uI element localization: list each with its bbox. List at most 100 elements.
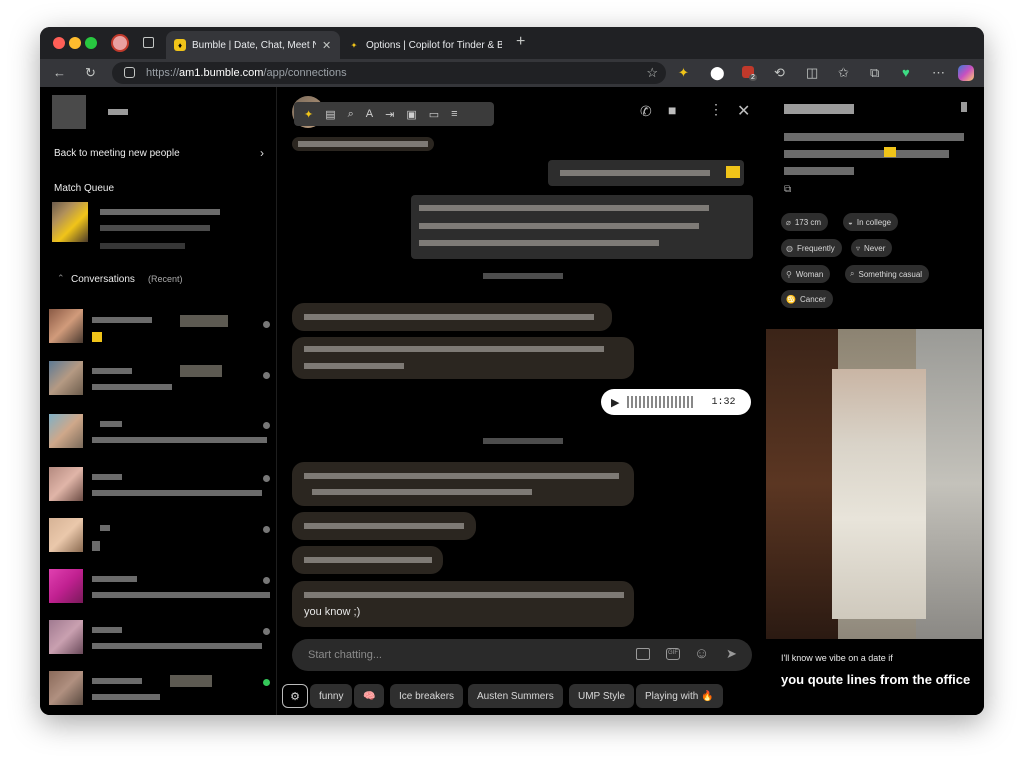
message-text-redacted xyxy=(419,205,709,211)
tab-bar: ♦ Bumble | Date, Chat, Meet New ✕ ✦ Opti… xyxy=(40,27,984,59)
conversation-name-redacted xyxy=(92,576,137,582)
match-queue-item[interactable] xyxy=(52,202,88,242)
chevron-up-icon[interactable]: ⌃ xyxy=(57,273,65,284)
voice-message[interactable]: ▶ 1:32 xyxy=(601,389,751,415)
conversations-filter[interactable]: (Recent) xyxy=(148,274,183,284)
conversation-preview-redacted xyxy=(92,384,172,390)
suggestion-chip[interactable]: Playing with 🔥 xyxy=(636,684,723,708)
tab-bumble[interactable]: ♦ Bumble | Date, Chat, Meet New ✕ xyxy=(166,31,340,59)
url-scheme: https:// xyxy=(146,67,180,79)
copy-icon[interactable]: ⧉ xyxy=(784,184,791,195)
maximize-window-button[interactable] xyxy=(85,37,97,49)
menu-icon[interactable]: ≡ xyxy=(451,108,457,120)
video-camera-icon[interactable]: ■ xyxy=(668,102,676,118)
url-field[interactable]: https://am1.bumble.com/app/connections ☆ xyxy=(112,62,666,84)
more-options-icon[interactable]: ⋮ xyxy=(709,101,723,118)
conversation-name-redacted xyxy=(170,675,212,687)
split-screen-icon[interactable]: ◫ xyxy=(806,65,818,81)
conversation-name-redacted xyxy=(92,317,152,323)
drink-icon: ▿ xyxy=(856,243,861,253)
suggestion-chip[interactable]: 🧠 xyxy=(354,684,385,708)
copilot-favicon-icon: ✦ xyxy=(348,39,360,51)
conversation-item[interactable] xyxy=(40,461,277,509)
message-text-redacted xyxy=(304,346,604,352)
conversation-item[interactable] xyxy=(40,563,277,611)
bookmark-star-icon[interactable]: ☆ xyxy=(646,65,658,81)
emoji-picker-icon[interactable]: ☺ xyxy=(694,645,709,662)
close-tab-icon[interactable]: ✕ xyxy=(322,39,331,52)
site-info-icon[interactable] xyxy=(124,67,135,78)
copilot-settings-button[interactable]: ⚙ xyxy=(282,684,308,708)
suggestion-chip[interactable]: Austen Summers xyxy=(468,684,563,708)
conversation-item[interactable] xyxy=(40,355,277,403)
message-them: you know ;) xyxy=(292,581,634,627)
rewrite-icon[interactable]: ⇥ xyxy=(385,108,394,121)
back-to-meeting-link[interactable]: Back to meeting new people xyxy=(54,148,180,159)
chevron-right-icon[interactable]: › xyxy=(260,146,264,160)
match-name-redacted xyxy=(100,209,220,215)
chat-panel: ✦ ▤ ⌕ A ⇥ ▣ ▭ ≡ ✆ ■ ⋮ ✕ ▶ 1:32 you know … xyxy=(278,87,763,715)
more-menu-icon[interactable]: ⋯ xyxy=(932,65,945,81)
conversation-name-redacted xyxy=(180,365,222,377)
extensions-puzzle-icon[interactable]: ⟲ xyxy=(774,65,785,81)
conversation-item[interactable] xyxy=(40,304,277,352)
tab-copilot-options[interactable]: ✦ Options | Copilot for Tinder & B xyxy=(340,31,510,59)
copilot-extension-icon[interactable]: ✦ xyxy=(678,65,689,81)
location-pin-icon[interactable]: ⬤ xyxy=(710,65,725,81)
status-dot xyxy=(263,321,270,328)
new-tab-button[interactable]: + xyxy=(516,33,525,51)
message-input[interactable]: Start chatting... GIF ☺ ➤ xyxy=(292,639,752,671)
search-icon[interactable]: ⌕ xyxy=(348,108,354,121)
profile-tag-label: In college xyxy=(856,217,892,227)
conversation-item[interactable] xyxy=(40,665,277,713)
avatar xyxy=(49,467,83,501)
favorites-icon[interactable]: ✩ xyxy=(838,65,849,81)
browser-essentials-icon[interactable]: ♥ xyxy=(902,65,910,80)
message-text-redacted xyxy=(304,592,624,598)
profile-icon[interactable] xyxy=(111,34,129,52)
status-dot xyxy=(263,628,270,635)
collections-icon[interactable]: ⧉ xyxy=(870,65,879,81)
back-arrow-icon[interactable]: ← xyxy=(53,65,66,80)
sidebar: Back to meeting new people › Match Queue… xyxy=(40,87,277,715)
conversation-item[interactable] xyxy=(40,408,277,456)
conversation-preview-redacted xyxy=(92,490,262,496)
match-queue-label: Match Queue xyxy=(54,183,115,194)
close-window-button[interactable] xyxy=(53,37,65,49)
profile-tag: ♋ Cancer xyxy=(781,290,833,308)
image-icon[interactable] xyxy=(636,648,650,660)
message-text-redacted xyxy=(419,223,699,229)
profile-tag: ⌀ 173 cm xyxy=(781,213,829,231)
phone-icon[interactable]: ✆ xyxy=(640,103,652,120)
copilot-icon[interactable] xyxy=(958,65,974,81)
conversation-preview-redacted xyxy=(92,541,100,551)
suggestion-chip[interactable]: funny xyxy=(310,684,353,708)
conversation-name-redacted xyxy=(100,525,110,531)
copilot-logo-icon[interactable]: ✦ xyxy=(304,108,313,121)
message-text-redacted xyxy=(304,557,432,563)
gif-icon[interactable]: GIF xyxy=(666,648,680,660)
message-icon[interactable]: ▭ xyxy=(429,108,439,121)
minimize-window-button[interactable] xyxy=(69,37,81,49)
user-name-redacted xyxy=(108,109,128,115)
profile-tag: ◒ In college xyxy=(843,213,899,231)
document-icon[interactable]: ▤ xyxy=(325,108,335,121)
user-avatar[interactable] xyxy=(52,95,86,129)
translate-icon[interactable]: A xyxy=(366,108,373,120)
address-bar-row: ← ↻ https://am1.bumble.com/app/connectio… xyxy=(40,59,984,87)
send-icon[interactable]: ➤ xyxy=(726,646,737,662)
tab-overview-icon[interactable] xyxy=(143,37,154,48)
close-chat-icon[interactable]: ✕ xyxy=(737,101,750,121)
conversation-preview-redacted xyxy=(92,437,267,443)
suggestion-chip[interactable]: Ice breakers xyxy=(390,684,464,708)
message-text-redacted xyxy=(304,314,594,320)
profile-photo[interactable] xyxy=(766,329,982,639)
suggestion-chip[interactable]: UMP Style xyxy=(569,684,635,708)
reload-icon[interactable]: ↻ xyxy=(85,65,96,81)
conversation-item[interactable] xyxy=(40,512,277,560)
summary-icon[interactable]: ▣ xyxy=(406,108,416,121)
play-icon[interactable]: ▶ xyxy=(611,396,619,409)
extension-badge-count: 2 xyxy=(749,74,757,81)
prompt-question: I'll know we vibe on a date if xyxy=(781,653,893,663)
conversation-item[interactable] xyxy=(40,614,277,662)
